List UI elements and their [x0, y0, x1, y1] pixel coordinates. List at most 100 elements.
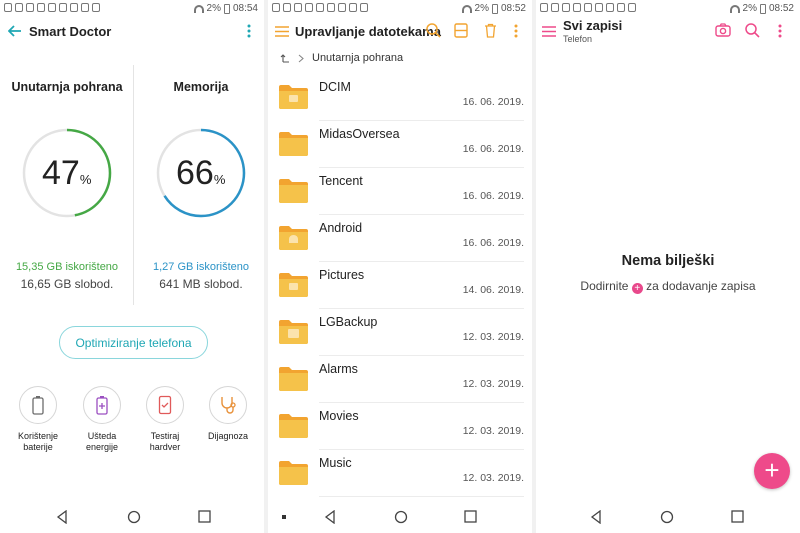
nav-back-icon[interactable] — [324, 510, 336, 524]
view-toggle-icon[interactable] — [454, 23, 468, 38]
battery-icon — [32, 396, 44, 415]
status-bar: 2% 08:54 — [0, 0, 264, 17]
more-options-icon[interactable] — [778, 24, 782, 38]
row-divider — [319, 496, 524, 497]
folder-row[interactable]: Movies 12. 03. 2019. — [276, 403, 524, 450]
folder-row[interactable]: MidasOversea 16. 06. 2019. — [276, 121, 524, 168]
breadcrumb-current[interactable]: Unutarnja pohrana — [312, 52, 403, 64]
app-bar: Upravljanje datotekama — [268, 17, 532, 45]
battery-percent: 2% — [474, 3, 489, 14]
folder-row[interactable]: Tencent 16. 06. 2019. — [276, 168, 524, 215]
delete-icon[interactable] — [484, 23, 497, 38]
folder-icon — [279, 461, 308, 485]
smart-doctor-screen: 2% 08:54 Smart Doctor Unutarnja pohrana … — [0, 0, 264, 533]
more-options-icon[interactable] — [247, 24, 251, 38]
folder-name: Alarms — [319, 362, 358, 376]
battery-percent: 2% — [206, 3, 221, 14]
nav-home-icon[interactable] — [394, 510, 408, 524]
folder-row[interactable]: LGBackup 12. 03. 2019. — [276, 309, 524, 356]
folder-date: 16. 06. 2019. — [462, 237, 524, 249]
up-folder-icon[interactable] — [280, 53, 290, 63]
folder-date: 16. 06. 2019. — [462, 143, 524, 155]
folder-icon — [279, 85, 308, 109]
nav-recents-icon[interactable] — [198, 510, 211, 523]
nav-home-icon[interactable] — [660, 510, 674, 524]
tool-battery-usage[interactable]: Korištenje baterije — [13, 386, 63, 453]
more-options-icon[interactable] — [514, 24, 518, 38]
add-note-button[interactable]: + — [754, 453, 790, 489]
internal-storage-percent: 47% — [42, 154, 92, 192]
chevron-right-icon — [298, 54, 304, 62]
app-title: Upravljanje datotekama — [295, 24, 441, 39]
folder-icon — [279, 273, 308, 297]
memory-section: Memorija — [136, 80, 264, 128]
tool-diagnosis[interactable]: Dijagnoza — [203, 386, 253, 442]
search-icon[interactable] — [426, 23, 441, 38]
status-bar: 2% 08:52 — [536, 0, 800, 17]
camera-icon[interactable] — [715, 23, 731, 37]
app-bar: Smart Doctor — [0, 17, 264, 45]
divider — [133, 65, 134, 305]
folder-name: MidasOversea — [319, 127, 400, 141]
menu-icon[interactable] — [275, 26, 289, 37]
hint-text: za dodavanje zapisa — [646, 279, 756, 293]
folder-icon — [279, 132, 308, 156]
phone-check-icon — [158, 395, 172, 415]
nav-back-icon[interactable] — [56, 510, 68, 524]
nav-recents-icon[interactable] — [731, 510, 744, 523]
empty-state-title: Nema bilješki — [621, 253, 715, 269]
app-title: Svi zapisi — [563, 18, 623, 33]
nav-home-icon[interactable] — [127, 510, 141, 524]
menu-icon[interactable] — [542, 26, 556, 37]
folder-name: DCIM — [319, 80, 351, 94]
folder-name: LGBackup — [319, 315, 378, 329]
tool-label: Testiraj — [150, 431, 180, 441]
folder-row[interactable]: Alarms 12. 03. 2019. — [276, 356, 524, 403]
internal-used: 15,35 GB iskorišteno — [15, 261, 119, 273]
tool-label: Dijagnoza — [207, 431, 249, 441]
tool-label: hardver — [149, 442, 181, 452]
search-icon[interactable] — [745, 23, 760, 38]
folder-date: 12. 03. 2019. — [462, 425, 524, 437]
folder-icon — [279, 367, 308, 391]
memory-used: 1,27 GB iskorišteno — [153, 261, 249, 273]
tool-label: energije — [85, 442, 119, 452]
notification-icons — [540, 3, 636, 12]
memory-percent: 66% — [176, 154, 226, 192]
internal-free: 16,65 GB slobod. — [20, 277, 114, 291]
folder-name: Tencent — [319, 174, 363, 188]
tool-label: Korištenje — [17, 431, 59, 441]
tool-battery-saver[interactable]: Ušteda energije — [77, 386, 127, 453]
folder-date: 12. 03. 2019. — [462, 378, 524, 390]
plus-icon: + — [631, 283, 643, 294]
folder-row[interactable]: DCIM 16. 06. 2019. — [276, 74, 524, 121]
plus-icon: + — [764, 455, 780, 485]
nav-back-icon[interactable] — [590, 510, 602, 524]
app-subtitle: Telefon — [563, 34, 593, 44]
navigation-bar — [536, 500, 800, 533]
optimize-phone-button[interactable]: Optimiziranje telefona — [59, 326, 208, 359]
folder-name: Pictures — [319, 268, 365, 282]
nav-recents-icon[interactable] — [464, 510, 477, 523]
folder-name: Android — [319, 221, 363, 235]
folder-date: 12. 03. 2019. — [462, 472, 524, 484]
folder-row[interactable]: Android 16. 06. 2019. — [276, 215, 524, 262]
tool-test-hardware[interactable]: Testiraj hardver — [140, 386, 190, 453]
internal-storage-label: Unutarnja pohrana — [11, 80, 123, 94]
folder-row[interactable]: Pictures 14. 06. 2019. — [276, 262, 524, 309]
back-arrow-icon[interactable] — [8, 25, 22, 37]
notes-screen: 2% 08:52 Svi zapisi Telefon Nema bilješk… — [536, 0, 800, 533]
clock: 08:52 — [500, 3, 526, 14]
battery-percent: 2% — [742, 3, 757, 14]
folder-date: 16. 06. 2019. — [462, 190, 524, 202]
folder-row[interactable]: Music 12. 03. 2019. — [276, 450, 524, 497]
tool-label: baterije — [23, 442, 53, 452]
app-title: Smart Doctor — [29, 24, 112, 39]
clock: 08:52 — [768, 3, 794, 14]
battery-icon — [491, 3, 498, 14]
wifi-icon — [193, 4, 204, 13]
navigation-bar — [0, 500, 264, 533]
empty-state-hint: Dodirnite + za dodavanje zapisa — [536, 279, 800, 294]
folder-name: Music — [319, 456, 352, 470]
tool-label: Ušteda — [87, 431, 117, 441]
